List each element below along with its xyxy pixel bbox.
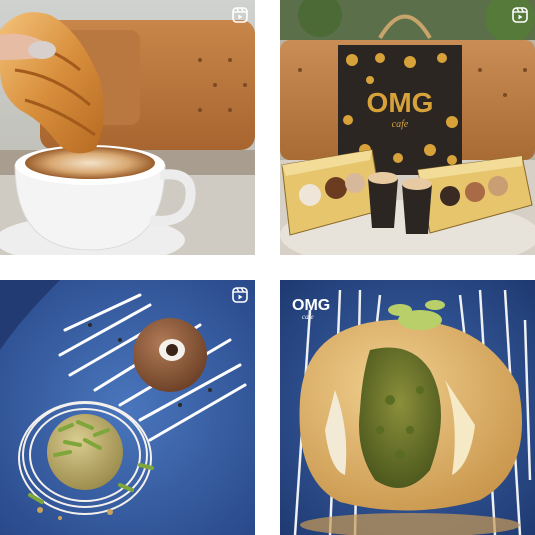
post-image xyxy=(0,0,255,255)
reels-icon xyxy=(512,7,528,23)
watermark-logo-text: OMG xyxy=(292,297,330,314)
post-tile-dessert-plate[interactable] xyxy=(0,280,255,535)
post-image xyxy=(0,280,255,535)
post-image: OMG cafe xyxy=(280,0,535,255)
reels-icon xyxy=(232,287,248,303)
bag-sub-text: cafe xyxy=(392,119,409,130)
post-tile-pistachio-ball[interactable]: OMG cafe xyxy=(280,280,535,535)
reels-icon xyxy=(232,7,248,23)
bag-logo-text: OMG xyxy=(367,87,434,118)
post-tile-croissant-latte[interactable] xyxy=(0,0,255,255)
post-tile-omg-bag[interactable]: OMG cafe xyxy=(280,0,535,255)
watermark-sub-text: cafe xyxy=(302,313,314,321)
post-image: OMG cafe xyxy=(280,280,535,535)
post-grid: OMG cafe OMG cafe xyxy=(0,0,535,535)
